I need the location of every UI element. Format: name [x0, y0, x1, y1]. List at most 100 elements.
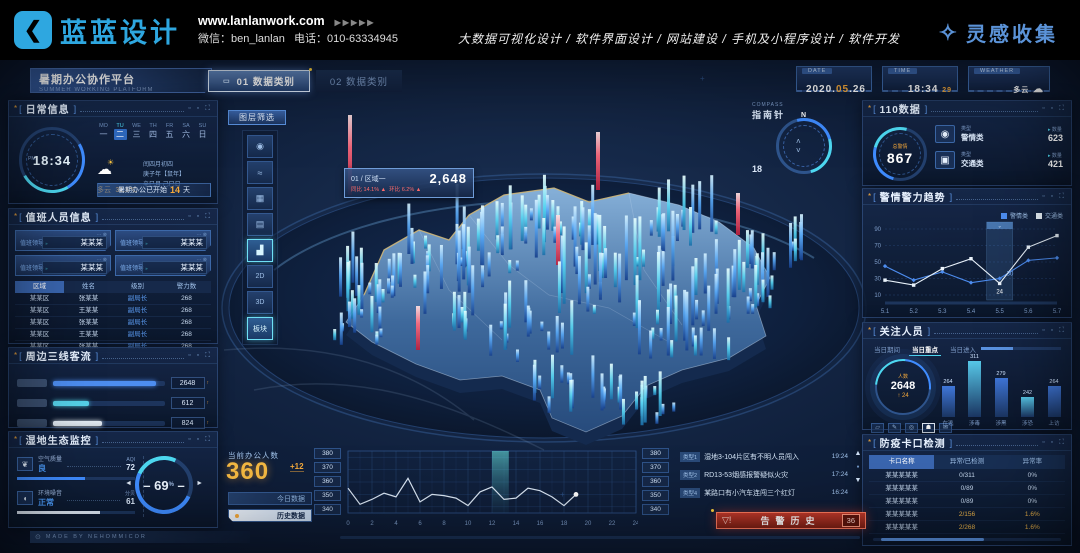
weekday-cn[interactable]: 日	[196, 129, 209, 140]
alarm-type-list: ◉类型警情类▸ 数量623 ▣类型交通类▸ 数量421	[935, 125, 1063, 177]
office-yaxis-left: 380370360350340	[314, 448, 341, 515]
map-tooltip: 01 / 区域一 2,648 同比 14.1% ▲ 环比 6.2% ▲	[344, 168, 474, 198]
focus-tab[interactable]: 当日重点	[909, 343, 941, 356]
bar-column[interactable]: 242涉恐	[1019, 390, 1037, 427]
layer-button-building[interactable]: ▤	[247, 213, 273, 236]
yaxis-tick: 360	[314, 476, 341, 487]
weekday-cn[interactable]: 四	[147, 129, 160, 140]
layer-button-camera[interactable]: ◉	[247, 135, 273, 158]
gauge-left-arrow[interactable]: ◄	[125, 480, 132, 487]
focus-count-ring: 人数2648↑ 24	[875, 359, 931, 415]
office-button[interactable]: 今日数据	[228, 492, 312, 505]
alarm-type-item: ◉类型警情类▸ 数量623	[935, 125, 1063, 143]
layer-button-3d[interactable]: 3D	[247, 291, 273, 314]
table-row[interactable]: 某某区张某某副局长268	[15, 293, 211, 305]
svg-text:5.2: 5.2	[909, 309, 918, 315]
weekday-cn[interactable]: 一	[97, 129, 110, 140]
person-icon[interactable]: ☗	[922, 423, 935, 433]
svg-text:70: 70	[874, 244, 881, 250]
data-category-tabs: 01 数据类别 02 数据类别	[208, 70, 402, 92]
alert-item[interactable]: 类型4某路口有小汽车连闯三个红灯16:24	[680, 486, 848, 499]
tab-data-category[interactable]: 02 数据类别	[316, 70, 402, 92]
checkpoint-row[interactable]: 某某某某某2/1561.6%	[869, 508, 1065, 521]
svg-text:24: 24	[996, 289, 1003, 295]
yaxis-tick: 380	[314, 448, 341, 459]
checkpoint-table: 某某某某某0/3110%某某某某某0/890%某某某某某0/890%某某某某某2…	[863, 469, 1071, 534]
checkpoint-row[interactable]: 某某某某某0/3110%	[869, 469, 1065, 482]
table-row[interactable]: 某某区王某某副局长268	[15, 329, 211, 341]
panel-title: 周边三线客流	[26, 348, 92, 363]
yaxis-tick: 380	[642, 448, 669, 459]
website-link[interactable]: www.lanlanwork.com	[198, 14, 325, 28]
panel-window-controls[interactable]: ▫ ▫ ⛶	[1042, 105, 1066, 113]
weekday-row-cn[interactable]: 一二三四五六日	[97, 129, 209, 140]
weekday-cn[interactable]: 六	[180, 129, 193, 140]
bus-icon: ▣	[935, 151, 955, 169]
panel-window-controls[interactable]: ▫ ▫ ⛶	[188, 352, 212, 360]
checkpoint-row[interactable]: 某某某某某2/2681.6%	[869, 521, 1065, 534]
tab-data-category[interactable]: 01 数据类别	[208, 70, 310, 92]
scroll-up-icon[interactable]: ▲	[855, 450, 862, 457]
duty-leader-cards: 值班领导 ▸··· ⊗某某某值班领导 ▸··· ⊗某某某值班领导 ▸··· ⊗某…	[9, 225, 217, 279]
svg-text:5.5: 5.5	[995, 309, 1004, 315]
alert-item[interactable]: 类型2RD13-53烟感报警疑似火灾17:24	[680, 468, 848, 481]
table-row[interactable]: 某某区王某某副局长268	[15, 305, 211, 317]
svg-text:10: 10	[874, 293, 881, 299]
target-icon[interactable]: ◎	[905, 423, 918, 433]
panel-window-controls[interactable]: ▫ ▫ ⛶	[188, 436, 212, 444]
weekday-cn[interactable]: 五	[163, 129, 176, 140]
layer-button-blocks[interactable]: 板块	[247, 317, 273, 340]
edit-icon[interactable]: ✎	[888, 423, 901, 433]
alarm-type-item: ▣类型交通类▸ 数量421	[935, 151, 1063, 169]
weather-widget: WEATHER 多云 ☁	[968, 66, 1050, 92]
focus-slider[interactable]	[981, 347, 1061, 350]
scroll-down-icon[interactable]: ▼	[855, 477, 862, 484]
svg-text:24: 24	[633, 521, 638, 527]
alert-item[interactable]: 类型1湿地3-104片区有不明人员闯入19:24	[680, 450, 848, 463]
weekday-cn[interactable]: 三	[130, 129, 143, 140]
vehicle-icon[interactable]: ▱	[871, 423, 884, 433]
panel-daily-info: *[日常信息]▫ ▫ ⛶ PM 18:34 MOTUWETHFRSASU 一二三…	[8, 100, 218, 204]
duty-table: 区域姓名级别警力数某某区张某某副局长268某某区王某某副局长268某某区张某某副…	[9, 279, 217, 355]
panel-title: 110数据	[880, 101, 921, 116]
noise-item: ◖ 环境噪音正常 分贝61	[17, 488, 135, 508]
inspiration-collect[interactable]: ✧灵感收集	[939, 18, 1058, 47]
bar-column[interactable]: 311涉毒	[966, 354, 984, 427]
bar-column[interactable]: 264在逃	[939, 379, 957, 427]
duty-leader-card: 值班领导 ▸··· ⊗某某某	[115, 255, 211, 276]
panel-window-controls[interactable]: ▫ ▫ ⛶	[188, 213, 212, 221]
checkpoint-row[interactable]: 某某某某某0/890%	[869, 495, 1065, 508]
weekday-cn[interactable]: 二	[114, 129, 127, 140]
focus-tab[interactable]: 当日期间	[871, 343, 903, 356]
layer-button-deploy[interactable]: ▦	[247, 187, 273, 210]
svg-text:30: 30	[1007, 272, 1014, 278]
platform-subtitle: SUMMER WORKING PLATFORM	[39, 87, 203, 93]
layer-button-stats[interactable]: ▟	[247, 239, 273, 262]
yaxis-tick: 360	[642, 476, 669, 487]
svg-text:90: 90	[874, 227, 881, 233]
table-row[interactable]: 某某区张某某副局长268	[15, 317, 211, 329]
layer-button-2d[interactable]: 2D	[247, 265, 273, 288]
svg-text:50: 50	[874, 260, 881, 266]
checkpoint-scrollbar[interactable]	[873, 538, 1061, 541]
panel-window-controls[interactable]: ▫ ▫ ⛶	[1042, 439, 1066, 447]
focus-bar-chart: 264在逃 311涉毒 279涉黑 242涉恐 264上访	[939, 353, 1063, 427]
yaxis-tick: 340	[642, 504, 669, 515]
panel-focus-people: *[关注人员]▫ ▫ ⛶ 当日期间当日重点当日进入 人数2648↑ 24 ▱✎◎…	[862, 322, 1072, 430]
top-banner: ❮ 蓝蓝设计 www.lanlanwork.com▶▶▶▶▶ 微信：ben_la…	[0, 0, 1080, 60]
yaxis-tick: 350	[314, 490, 341, 501]
svg-text:0: 0	[346, 521, 350, 527]
compass-ring[interactable]	[776, 118, 832, 174]
office-line-chart: 024681012141618202224	[346, 448, 638, 530]
panel-window-controls[interactable]: ▫ ▫ ⛶	[1042, 193, 1066, 201]
gauge-right-arrow[interactable]: ►	[196, 480, 203, 487]
office-button[interactable]: 历史数据	[228, 509, 312, 522]
bar-column[interactable]: 279涉黑	[992, 371, 1010, 427]
checkpoint-row[interactable]: 某某某某某0/890%	[869, 482, 1065, 495]
panel-window-controls[interactable]: ▫ ▫ ⛶	[188, 105, 212, 113]
bar-column[interactable]: 264上访	[1045, 379, 1063, 427]
panel-window-controls[interactable]: ▫ ▫ ⛶	[1042, 327, 1066, 335]
phone-text: 电话：010-63334945	[294, 33, 398, 45]
alarm-history-button[interactable]: ▽! 告警历史 36	[716, 512, 866, 529]
layer-button-signal[interactable]: ≈	[247, 161, 273, 184]
